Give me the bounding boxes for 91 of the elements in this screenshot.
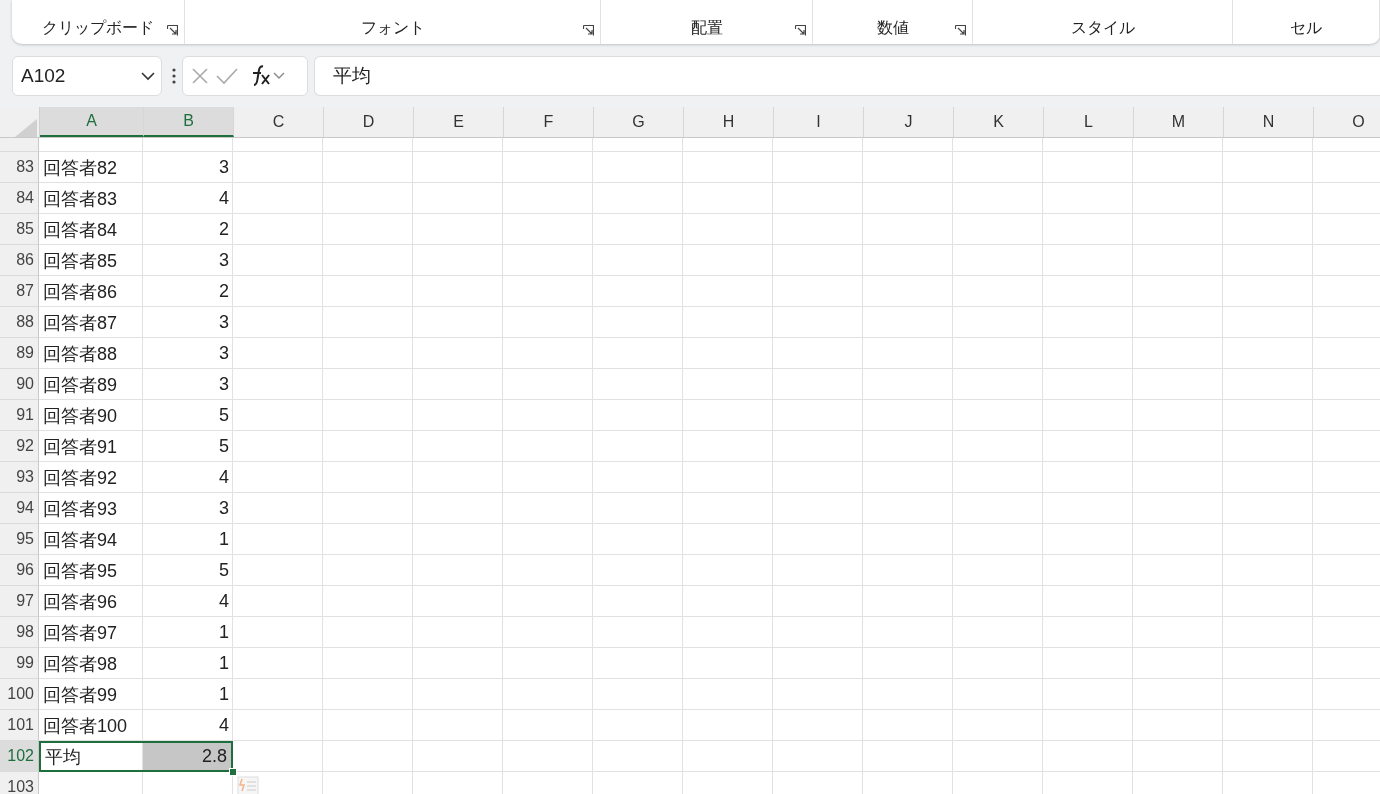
table-cell-text: 5: [218, 435, 230, 458]
table-cell-text: 1: [218, 528, 230, 551]
table-cell-text: 回答者93: [42, 497, 119, 521]
column-header[interactable]: O: [1314, 107, 1380, 137]
table-cell-text: 1: [218, 683, 230, 706]
row-header[interactable]: 103: [0, 772, 39, 794]
table-cell-text: 回答者97: [42, 621, 119, 645]
table-cell-text: 回答者94: [42, 528, 119, 552]
more-options-icon[interactable]: [172, 68, 176, 84]
table-cell-text: 4: [218, 590, 230, 613]
table-cell: 2.8: [143, 741, 233, 772]
row-header[interactable]: 94: [0, 493, 39, 524]
table-cell-text: 回答者96: [42, 590, 119, 614]
row-header[interactable]: 85: [0, 214, 39, 245]
table-cell-text: 回答者85: [42, 249, 119, 273]
table-cell-text: 回答者98: [42, 652, 119, 676]
dialog-launcher-icon[interactable]: [795, 25, 806, 36]
column-header[interactable]: I: [774, 107, 864, 137]
table-cell-text: 3: [218, 373, 230, 396]
row-header[interactable]: 97: [0, 586, 39, 617]
row-header[interactable]: 92: [0, 431, 39, 462]
table-cell-text: 3: [218, 311, 230, 334]
row-header[interactable]: 83: [0, 152, 39, 183]
row-header[interactable]: 88: [0, 307, 39, 338]
ribbon-group-label: フォント: [360, 18, 425, 38]
table-cell-text: 回答者91: [42, 435, 119, 459]
table-cell-text: 回答者87: [42, 311, 119, 335]
column-header[interactable]: E: [414, 107, 504, 137]
row-header[interactable]: 98: [0, 617, 39, 648]
table-cell-text: 回答者84: [42, 218, 119, 242]
table-cell-text: 4: [218, 466, 230, 489]
column-header[interactable]: H: [684, 107, 774, 137]
column-header[interactable]: K: [954, 107, 1044, 137]
table-cell-text: 4: [218, 187, 230, 210]
table-cell-text: 3: [218, 342, 230, 365]
table-cell-text: 1: [218, 621, 230, 644]
row-header[interactable]: 89: [0, 338, 39, 369]
row-header[interactable]: 100: [0, 679, 39, 710]
ribbon-group-label: 数値: [876, 18, 909, 38]
table-cell-text: 3: [218, 249, 230, 272]
checkmark-icon[interactable]: [215, 67, 239, 85]
ribbon-group-label: スタイル: [1070, 18, 1135, 38]
column-header[interactable]: B: [144, 107, 234, 137]
dialog-launcher-icon[interactable]: [955, 25, 966, 36]
table-cell-text: 回答者88: [42, 342, 119, 366]
column-header[interactable]: C: [234, 107, 324, 137]
table-cell-text: 回答者92: [42, 466, 119, 490]
table-cell-text: 回答者99: [42, 683, 119, 707]
row-header[interactable]: 96: [0, 555, 39, 586]
dialog-launcher-icon[interactable]: [583, 25, 594, 36]
fill-handle[interactable]: [229, 768, 237, 776]
table-cell-text: 回答者100: [42, 714, 129, 738]
row-header[interactable]: 91: [0, 400, 39, 431]
chevron-down-icon: [141, 71, 155, 81]
column-header[interactable]: J: [864, 107, 954, 137]
row-header[interactable]: 101: [0, 710, 39, 741]
column-header[interactable]: D: [324, 107, 414, 137]
table-cell-text: 5: [218, 404, 230, 427]
column-header[interactable]: L: [1044, 107, 1134, 137]
table-cell-text: 4: [218, 714, 230, 737]
table-cell-text: 5: [218, 559, 230, 582]
name-box[interactable]: A102: [12, 56, 162, 96]
table-cell-text: 2: [218, 280, 230, 303]
column-header[interactable]: M: [1134, 107, 1224, 137]
ribbon-group-label: セル: [1290, 18, 1322, 38]
table-cell-text: 2: [218, 218, 230, 241]
row-header[interactable]: 86: [0, 245, 39, 276]
row-header[interactable]: 102: [0, 741, 39, 772]
table-cell-text: 回答者86: [42, 280, 119, 304]
table-cell-text: 回答者90: [42, 404, 119, 428]
table-cell-text: 3: [218, 156, 230, 179]
dialog-launcher-icon[interactable]: [167, 25, 178, 36]
row-header[interactable]: 95: [0, 524, 39, 555]
formula-input[interactable]: 平均: [314, 56, 1380, 96]
table-cell-text: 回答者89: [42, 373, 119, 397]
row-header[interactable]: 93: [0, 462, 39, 493]
table-cell-text: 3: [218, 497, 230, 520]
table-cell-text: 1: [218, 652, 230, 675]
column-header[interactable]: A: [40, 107, 144, 137]
row-header[interactable]: 87: [0, 276, 39, 307]
row-header[interactable]: 99: [0, 648, 39, 679]
table-cell-text: 回答者95: [42, 559, 119, 583]
table-cell-text: 回答者83: [42, 187, 119, 211]
row-header[interactable]: 90: [0, 369, 39, 400]
column-header[interactable]: F: [504, 107, 594, 137]
column-header[interactable]: N: [1224, 107, 1314, 137]
row-header[interactable]: 84: [0, 183, 39, 214]
table-cell-text: 回答者82: [42, 156, 119, 180]
column-header[interactable]: G: [594, 107, 684, 137]
ribbon-group-label: クリップボード: [42, 18, 154, 38]
ribbon-group-label: 配置: [690, 18, 723, 38]
